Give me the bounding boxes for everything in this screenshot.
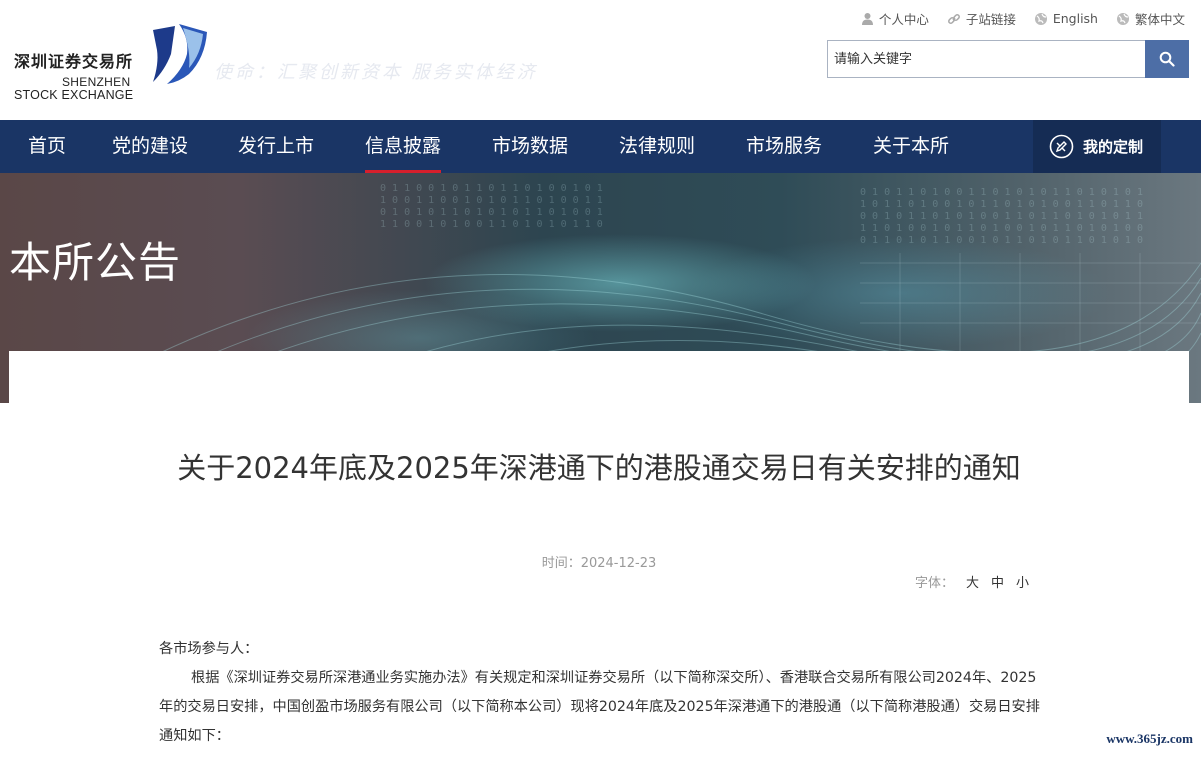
logo-text-en-line1: SHENZHEN bbox=[62, 75, 131, 89]
search-button[interactable] bbox=[1144, 40, 1189, 78]
nav-item-market-services[interactable]: 市场服务 bbox=[746, 120, 822, 173]
link-icon bbox=[947, 13, 960, 24]
user-icon bbox=[861, 13, 873, 25]
site-header: 深圳证券交易所 SHENZHEN STOCK EXCHANGE 使命：汇聚创新资… bbox=[0, 0, 1201, 120]
font-size-large[interactable]: 大 bbox=[966, 576, 979, 591]
nav-item-market-data[interactable]: 市场数据 bbox=[492, 120, 568, 173]
svg-text:1 1 0 1 0 0 1 0 1 1 0 1 0 0 1: 1 1 0 1 0 0 1 0 1 1 0 1 0 0 1 0 1 1 0 1 … bbox=[860, 223, 1143, 234]
nav-item-rules[interactable]: 法律规则 bbox=[619, 120, 695, 173]
my-custom-label: 我的定制 bbox=[1083, 138, 1144, 156]
date-label: 时间： bbox=[541, 556, 581, 571]
svg-text:0 1 1 0 0 1 0 1 1 0 1 1 0 1 0: 0 1 1 0 0 1 0 1 1 0 1 1 0 1 0 0 1 0 1 bbox=[380, 183, 603, 194]
my-custom-button[interactable]: 我的定制 bbox=[1033, 120, 1161, 173]
search-box bbox=[827, 40, 1189, 78]
svg-text:0 1 1 0 1 0 1 1 0 0 1 0 1 1 0: 0 1 1 0 1 0 1 1 0 0 1 0 1 1 0 1 0 1 1 0 … bbox=[860, 235, 1143, 246]
svg-text:0 1 0 1 0 1 1 0 1 0 1 0 1 1 0: 0 1 0 1 0 1 1 0 1 0 1 0 1 1 0 1 0 0 1 bbox=[380, 207, 603, 218]
szse-logo[interactable]: 深圳证券交易所 SHENZHEN STOCK EXCHANGE bbox=[12, 24, 207, 104]
page-title: 本所公告 bbox=[9, 238, 182, 287]
font-size-label: 字体： bbox=[915, 576, 955, 591]
font-size-switcher: 字体： 大中小 bbox=[915, 572, 1029, 591]
top-link-label: 繁体中文 bbox=[1134, 12, 1185, 27]
nav-item-party-building[interactable]: 党的建设 bbox=[112, 120, 188, 173]
top-link-label: 子站链接 bbox=[965, 12, 1016, 27]
article-body: 各市场参与人： 根据《深圳证券交易所深港通业务实施办法》有关规定和深圳证券交易所… bbox=[159, 635, 1049, 751]
top-link-personal-center[interactable]: 个人中心 bbox=[861, 9, 929, 28]
top-link-label: 个人中心 bbox=[878, 12, 929, 27]
top-links: 个人中心 子站链接 English 繁体中文 bbox=[861, 9, 1185, 28]
date-value: 2024-12-23 bbox=[580, 556, 657, 571]
watermark: www.365jz.com bbox=[1106, 731, 1193, 746]
top-link-label: English bbox=[1052, 11, 1098, 26]
top-link-substation[interactable]: 子站链接 bbox=[947, 9, 1016, 28]
svg-text:0 1 0 1 1 0 1 0 0 1 1 0 1 0 1: 0 1 0 1 1 0 1 0 0 1 1 0 1 0 1 0 1 1 0 1 … bbox=[860, 187, 1143, 198]
font-size-medium[interactable]: 中 bbox=[991, 576, 1004, 591]
nav-item-listing[interactable]: 发行上市 bbox=[238, 120, 314, 173]
svg-text:1 1 0 0 1 0 1 0 0 1 1 0 1 0 1: 1 1 0 0 1 0 1 0 0 1 1 0 1 0 1 0 1 1 0 bbox=[380, 219, 603, 230]
svg-text:1 0 0 1 1 0 0 1 0 1 0 1 1 0 1: 1 0 0 1 1 0 0 1 0 1 0 1 1 0 1 0 0 1 1 bbox=[380, 195, 603, 206]
nav-item-about[interactable]: 关于本所 bbox=[873, 120, 949, 173]
search-input[interactable] bbox=[827, 40, 1145, 78]
top-link-english[interactable]: English bbox=[1034, 9, 1098, 28]
logo-text-en-line2: STOCK EXCHANGE bbox=[14, 88, 134, 102]
svg-text:0 0 1 0 1 1 0 1 0 1 0 0 1 1 0: 0 0 1 0 1 1 0 1 0 1 0 0 1 1 0 1 1 0 1 0 … bbox=[860, 211, 1143, 222]
font-size-small[interactable]: 小 bbox=[1016, 576, 1029, 591]
nav-item-disclosure[interactable]: 信息披露 bbox=[365, 120, 442, 173]
article-card: 关于2024年底及2025年深港通下的港股通交易日有关安排的通知 时间：2024… bbox=[9, 351, 1189, 758]
svg-text:1 0 1 1 0 1 0 0 1 0 1 1 0 1 0: 1 0 1 1 0 1 0 0 1 0 1 1 0 1 0 1 0 0 1 1 … bbox=[860, 199, 1143, 210]
article-title: 关于2024年底及2025年深港通下的港股通交易日有关安排的通知 bbox=[177, 451, 1021, 485]
article-salutation: 各市场参与人： bbox=[159, 641, 259, 657]
search-icon bbox=[1159, 51, 1175, 67]
logo-text-cn: 深圳证券交易所 bbox=[14, 52, 134, 71]
szse-emblem-icon bbox=[153, 24, 207, 84]
slogan: 使命：汇聚创新资本 服务实体经济 bbox=[214, 62, 538, 83]
customize-icon bbox=[1049, 134, 1074, 159]
article-paragraph: 根据《深圳证券交易所深港通业务实施办法》有关规定和深圳证券交易所（以下简称深交所… bbox=[159, 670, 1040, 744]
main-nav: 首页 党的建设 发行上市 信息披露 市场数据 法律规则 市场服务 关于本所 我的… bbox=[0, 120, 1201, 173]
article-date: 时间：2024-12-23 bbox=[9, 552, 1189, 571]
top-link-traditional-chinese[interactable]: 繁体中文 bbox=[1116, 9, 1185, 28]
globe-icon bbox=[1034, 12, 1047, 25]
globe-icon bbox=[1116, 12, 1129, 25]
nav-item-home[interactable]: 首页 bbox=[28, 120, 66, 173]
